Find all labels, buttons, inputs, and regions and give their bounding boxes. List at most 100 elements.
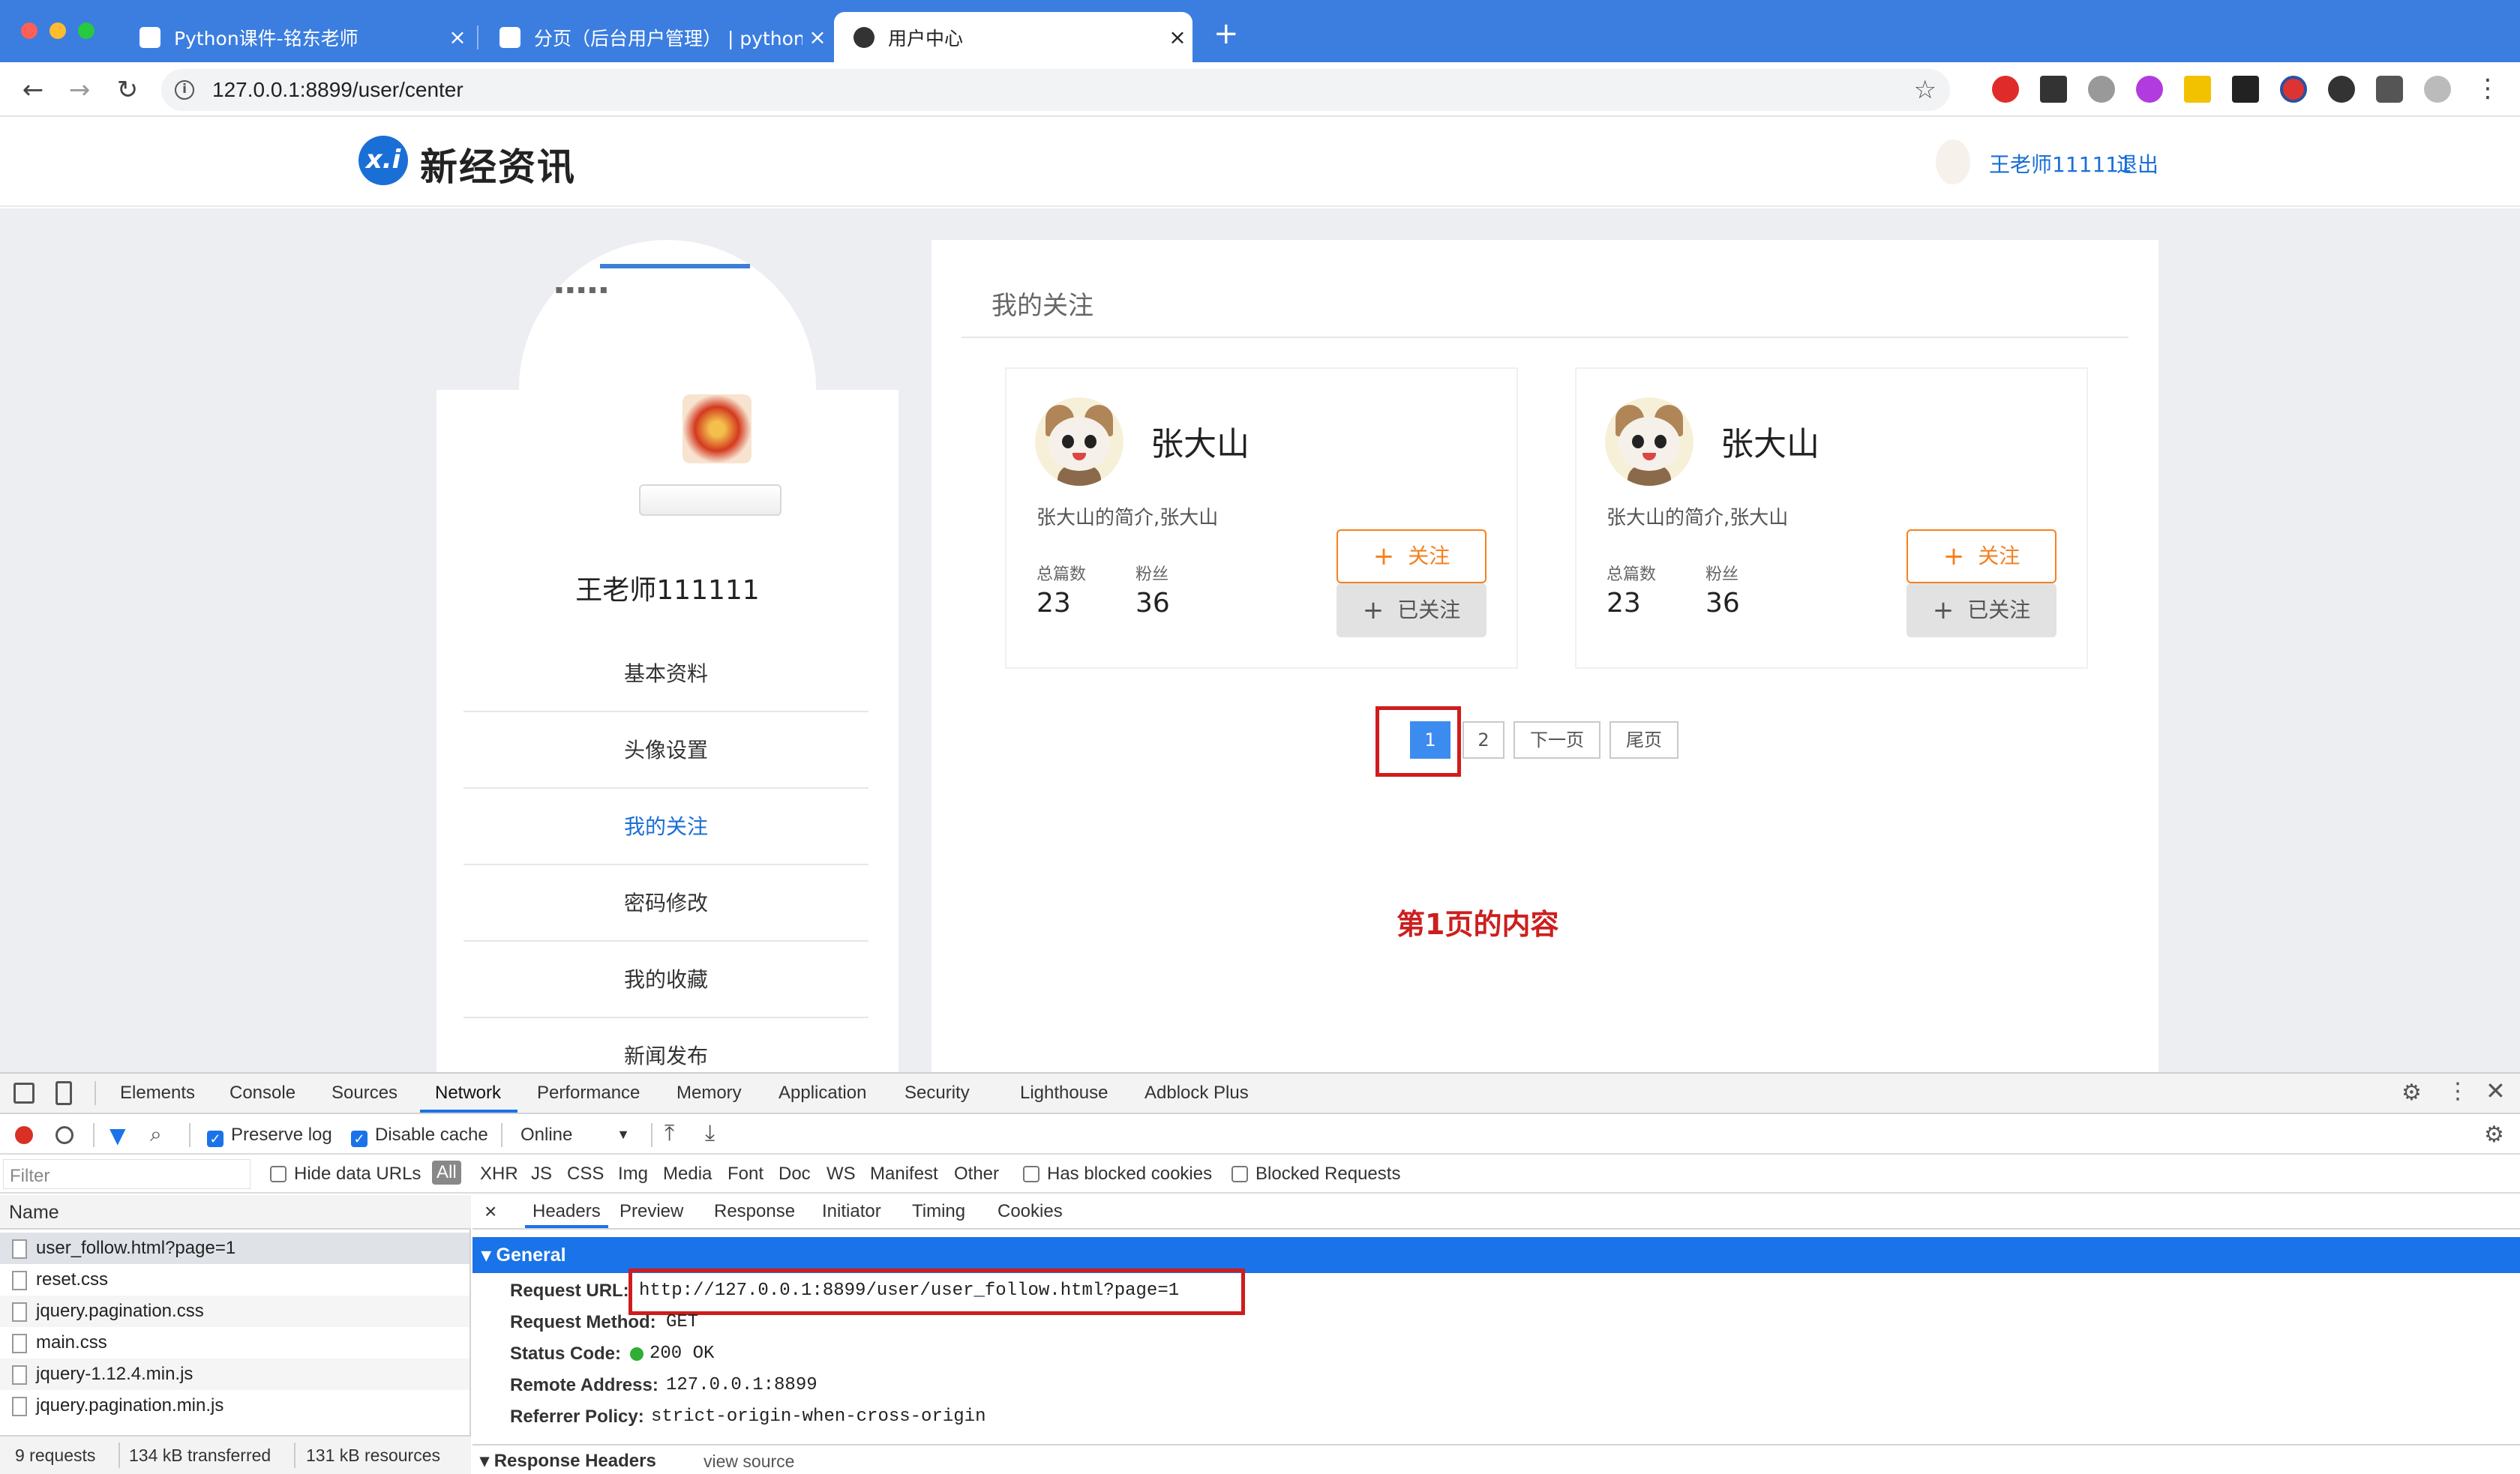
reload-icon[interactable]: ↻ [112, 75, 142, 105]
tab-application[interactable]: Application [778, 1074, 866, 1113]
devtools-close-icon[interactable]: ✕ [2486, 1077, 2506, 1105]
record-icon[interactable] [15, 1126, 33, 1144]
tab-lighthouse[interactable]: Lighthouse [1020, 1074, 1108, 1113]
hide-data-urls-checkbox[interactable]: Hide data URLs [270, 1164, 421, 1185]
name-column-header[interactable]: Name [0, 1195, 471, 1230]
clear-icon[interactable] [56, 1126, 74, 1144]
type-filter-css[interactable]: CSS [567, 1164, 604, 1185]
maximize-window-button[interactable] [78, 22, 94, 39]
tab-adblock-plus[interactable]: Adblock Plus [1144, 1074, 1249, 1113]
device-toggle-icon[interactable] [56, 1081, 72, 1105]
close-tab-icon[interactable]: × [802, 25, 832, 49]
view-source-link[interactable]: view source [704, 1452, 794, 1472]
globe-extension-icon[interactable] [2088, 76, 2115, 103]
browser-tab-2[interactable]: 分页（后台用户管理） | python × [480, 12, 832, 62]
x-extension-icon[interactable] [2232, 76, 2259, 103]
type-filter-all[interactable]: All [432, 1161, 461, 1185]
profile-avatar-icon[interactable] [2424, 76, 2451, 103]
request-row[interactable]: main.css [0, 1327, 470, 1359]
type-filter-img[interactable]: Img [618, 1164, 648, 1185]
type-filter-xhr[interactable]: XHR [480, 1164, 518, 1185]
disable-cache-checkbox[interactable]: ✓ Disable cache [351, 1125, 488, 1147]
qr-extension-icon[interactable] [2040, 76, 2067, 103]
url-omnibox[interactable]: i 127.0.0.1:8899/user/center ☆ [161, 69, 1950, 111]
sidebar-item-avatar-settings[interactable]: 头像设置 [464, 712, 868, 789]
puzzle-extensions-icon[interactable] [2376, 76, 2403, 103]
new-tab-button[interactable]: + [1214, 16, 1239, 51]
type-filter-doc[interactable]: Doc [778, 1164, 811, 1185]
author-name[interactable]: 张大山 [1720, 417, 1820, 465]
c-extension-icon[interactable] [2328, 76, 2355, 103]
general-section-header[interactable]: ▾ General [472, 1237, 2520, 1273]
tab-console[interactable]: Console [230, 1074, 296, 1113]
back-arrow-icon[interactable]: ← [18, 75, 48, 105]
author-avatar[interactable] [1605, 397, 1694, 486]
forward-arrow-icon[interactable]: → [64, 75, 94, 105]
browser-tab-active[interactable]: 用户中心 × [834, 12, 1192, 62]
tab-headers[interactable]: Headers [525, 1195, 608, 1228]
sidebar-item-my-follows[interactable]: 我的关注 [464, 789, 868, 865]
close-tab-icon[interactable]: × [442, 25, 472, 49]
followed-button[interactable]: + 已关注 [1336, 583, 1486, 637]
follow-button[interactable]: + 关注 [1336, 529, 1486, 583]
author-name[interactable]: 张大山 [1150, 417, 1250, 465]
purple-extension-icon[interactable] [2136, 76, 2163, 103]
type-filter-manifest[interactable]: Manifest [870, 1164, 938, 1185]
close-window-button[interactable] [21, 22, 38, 39]
tab-initiator[interactable]: Initiator [822, 1195, 881, 1228]
type-filter-other[interactable]: Other [954, 1164, 999, 1185]
preserve-log-checkbox[interactable]: ✓ Preserve log [207, 1125, 332, 1147]
page-2-button[interactable]: 2 [1462, 721, 1504, 759]
tab-security[interactable]: Security [904, 1074, 970, 1113]
site-logo-text[interactable]: 新经资讯 [420, 137, 576, 191]
search-icon[interactable]: ⌕ [150, 1122, 162, 1147]
request-row[interactable]: reset.css [0, 1264, 470, 1296]
next-page-button[interactable]: 下一页 [1514, 721, 1600, 759]
tab-performance[interactable]: Performance [537, 1074, 640, 1113]
blocked-requests-checkbox[interactable]: Blocked Requests [1232, 1164, 1400, 1185]
followed-button[interactable]: + 已关注 [1906, 583, 2056, 637]
tab-sources[interactable]: Sources [332, 1074, 398, 1113]
close-detail-icon[interactable]: × [484, 1195, 496, 1228]
site-info-icon[interactable]: i [175, 80, 194, 100]
tab-response[interactable]: Response [714, 1195, 795, 1228]
request-row[interactable]: jquery.pagination.css [0, 1296, 470, 1327]
inspect-element-icon[interactable] [14, 1083, 34, 1104]
follow-button[interactable]: + 关注 [1906, 529, 2056, 583]
sidebar-item-basic-info[interactable]: 基本资料 [464, 636, 868, 712]
type-filter-media[interactable]: Media [663, 1164, 712, 1185]
browser-menu-icon[interactable]: ⋮ [2475, 73, 2500, 103]
author-avatar[interactable] [1035, 397, 1124, 486]
devtools-more-icon[interactable]: ⋮ [2446, 1078, 2469, 1104]
has-blocked-cookies-checkbox[interactable]: Has blocked cookies [1023, 1164, 1212, 1185]
export-har-icon[interactable]: ⤓ [705, 1120, 715, 1146]
lightning-extension-icon[interactable] [2184, 76, 2211, 103]
request-row[interactable]: jquery.pagination.min.js [0, 1390, 470, 1422]
close-tab-icon[interactable]: × [1162, 25, 1192, 49]
tab-preview[interactable]: Preview [620, 1195, 683, 1228]
flag-extension-icon[interactable] [2280, 76, 2307, 103]
sidebar-item-change-password[interactable]: 密码修改 [464, 865, 868, 942]
url-text[interactable]: 127.0.0.1:8899/user/center [212, 69, 464, 111]
type-filter-font[interactable]: Font [728, 1164, 764, 1185]
browser-tab-1[interactable]: Python课件-铭东老师 × [120, 12, 472, 62]
type-filter-js[interactable]: JS [531, 1164, 552, 1185]
tab-timing[interactable]: Timing [912, 1195, 965, 1228]
filter-input[interactable]: Filter [3, 1159, 250, 1189]
minimize-window-button[interactable] [50, 22, 66, 39]
site-logo-icon[interactable]: x.i [358, 136, 408, 185]
tab-elements[interactable]: Elements [120, 1074, 195, 1113]
tab-network[interactable]: Network [420, 1074, 518, 1113]
tab-memory[interactable]: Memory [676, 1074, 742, 1113]
throttling-select[interactable]: Online ▼ [520, 1125, 630, 1146]
response-headers-toggle[interactable]: ▾ Response Headers [480, 1450, 656, 1472]
filter-funnel-icon[interactable]: ▼ [110, 1123, 126, 1148]
adblock-extension-icon[interactable] [1992, 76, 2019, 103]
header-user-avatar[interactable] [1936, 139, 1970, 184]
bookmark-star-icon[interactable]: ☆ [1914, 69, 1936, 111]
header-user-link[interactable]: 王老师111111 [1989, 148, 2132, 178]
import-har-icon[interactable]: ⤒ [664, 1120, 674, 1146]
network-settings-gear-icon[interactable]: ⚙ [2484, 1122, 2504, 1148]
tab-cookies[interactable]: Cookies [998, 1195, 1063, 1228]
request-row[interactable]: jquery-1.12.4.min.js [0, 1359, 470, 1390]
